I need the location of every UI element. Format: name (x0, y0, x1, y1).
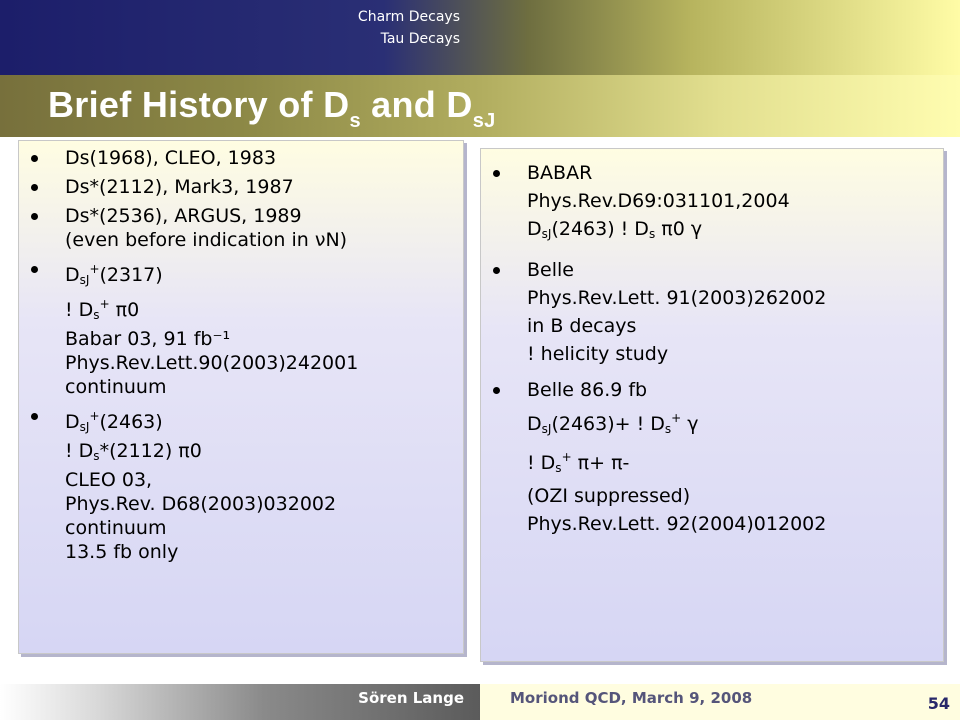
list-item: DsJ+(2463) ! Ds*(2112) π0 CLEO 03, Phys.… (27, 404, 457, 564)
bullet-icon (31, 155, 38, 162)
item-line: DsJ+(2317) (65, 262, 163, 287)
item-line: Phys.Rev.Lett. 91(2003)262002 (527, 287, 827, 309)
top-banner (0, 0, 960, 75)
item-line: Ds(1968), CLEO, 1983 (65, 147, 277, 169)
nav-item-charm-decays[interactable]: Charm Decays (358, 6, 460, 28)
bullet-icon (493, 170, 500, 177)
conference-info: Moriond QCD, March 9, 2008 (510, 689, 753, 707)
list-item: Belle Phys.Rev.Lett. 91(2003)262002 in B… (489, 256, 937, 368)
bullet-icon (31, 213, 38, 220)
item-line: continuum (65, 517, 167, 539)
bullet-icon (31, 413, 38, 420)
item-line: Belle (527, 259, 574, 281)
author-name: Sören Lange (358, 689, 464, 707)
list-item: Belle 86.9 fb DsJ(2463)+ ! Ds+ γ ! Ds+ π… (489, 376, 937, 538)
item-line: (even before indication in νN) (65, 229, 348, 251)
left-bullet-list: Ds(1968), CLEO, 1983 Ds*(2112), Mark3, 1… (27, 146, 457, 569)
item-line: ! helicity study (527, 343, 669, 365)
item-line: ! Ds+ π+ π- (527, 450, 630, 475)
list-item: Ds*(2112), Mark3, 1987 (27, 175, 457, 199)
list-item: DsJ+(2317) ! Ds+ π0 Babar 03, 91 fb⁻¹ Ph… (27, 257, 457, 399)
left-content-panel: Ds(1968), CLEO, 1983 Ds*(2112), Mark3, 1… (18, 140, 464, 654)
bullet-icon (493, 267, 500, 274)
list-item: Ds*(2536), ARGUS, 1989 (even before indi… (27, 204, 457, 252)
item-line: BABAR (527, 162, 593, 184)
bullet-icon (31, 184, 38, 191)
item-line: Phys.Rev.Lett.90(2003)242001 (65, 352, 359, 374)
section-nav: Charm Decays Tau Decays (358, 6, 460, 50)
item-line: Babar 03, 91 fb⁻¹ (65, 328, 231, 350)
item-line: DsJ(2463)+ ! Ds+ γ (527, 411, 699, 436)
item-line: in B decays (527, 315, 637, 337)
item-line: ! Ds*(2112) π0 (65, 440, 202, 463)
right-bullet-list: BABAR Phys.Rev.D69:031101,2004 DsJ(2463)… (489, 159, 937, 546)
item-line: Phys.Rev.Lett. 92(2004)012002 (527, 513, 827, 535)
item-line: ! Ds+ π0 (65, 297, 140, 322)
item-line: Phys.Rev.D69:031101,2004 (527, 190, 790, 212)
nav-item-tau-decays[interactable]: Tau Decays (358, 28, 460, 50)
list-item: BABAR Phys.Rev.D69:031101,2004 DsJ(2463)… (489, 159, 937, 248)
bullet-icon (31, 266, 38, 273)
page-number: 54 (927, 694, 950, 713)
item-line: DsJ(2463) ! Ds π0 γ (527, 218, 703, 241)
item-line: (OZI suppressed) (527, 485, 691, 507)
item-line: continuum (65, 376, 167, 398)
item-line: Ds*(2112), Mark3, 1987 (65, 176, 294, 198)
item-line: Phys.Rev. D68(2003)032002 (65, 493, 337, 515)
item-line: DsJ+(2463) (65, 409, 163, 434)
item-line: 13.5 fb only (65, 541, 179, 563)
item-line: CLEO 03, (65, 469, 153, 491)
bullet-icon (493, 387, 500, 394)
list-item: Ds(1968), CLEO, 1983 (27, 146, 457, 170)
item-line: Belle 86.9 fb (527, 379, 648, 401)
slide-title: Brief History of Ds and DsJ (48, 84, 496, 132)
right-content-panel: BABAR Phys.Rev.D69:031101,2004 DsJ(2463)… (480, 148, 944, 662)
item-line: Ds*(2536), ARGUS, 1989 (65, 205, 302, 227)
